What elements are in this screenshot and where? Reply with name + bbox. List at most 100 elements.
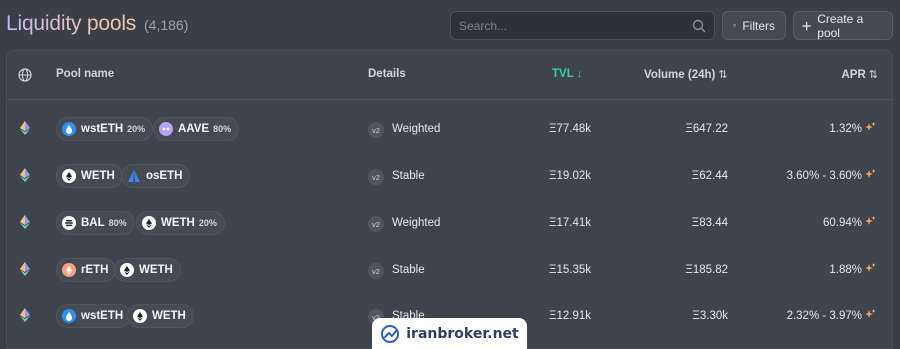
token-symbol: WETH [139, 264, 173, 276]
token-symbol: WETH [161, 217, 195, 229]
volume-value: Ξ185.82 [685, 264, 728, 276]
weth-icon [62, 169, 76, 183]
version-badge: v2 [368, 122, 384, 138]
table-header: Pool name Details TVL ↓ Volume (24h) ⇅ APR… [7, 51, 892, 100]
token-symbol: AAVE [178, 123, 210, 135]
pool-count: (4,186) [144, 17, 189, 33]
token-chip: wstETH 20% [56, 117, 154, 141]
column-pool-name: Pool name [56, 68, 115, 80]
sparkle-icon[interactable] [865, 263, 876, 274]
apr-value: 1.32% [829, 123, 862, 135]
apr-value: 2.32% - 3.97% [786, 310, 862, 322]
token-symbol: WETH [152, 310, 186, 322]
pool-row[interactable]: BAL 80% WETH 20% v2 Weighted Ξ17.41k Ξ83.4… [7, 199, 892, 246]
watermark-logo: iranbroker.net [372, 318, 527, 349]
pool-type: Weighted [392, 123, 441, 135]
search-input[interactable] [459, 18, 679, 34]
column-details: Details [368, 68, 406, 80]
token-chip: WETH 20% [136, 211, 225, 235]
token-symbol: BAL [81, 217, 105, 229]
volume-value: Ξ647.22 [685, 123, 728, 135]
header-bar: Liquidity pools (4,186) Filters Create a… [0, 0, 900, 50]
page-title: Liquidity pools [6, 12, 137, 35]
token-symbol: WETH [81, 170, 115, 182]
token-weight: 80% [108, 218, 127, 228]
filters-label: Filters [742, 18, 775, 33]
tvl-value: Ξ12.91k [548, 310, 591, 322]
tvl-value: Ξ15.35k [548, 264, 591, 276]
version-badge: v2 [368, 216, 384, 232]
token-chip: BAL 80% [56, 211, 135, 235]
column-apr-sort[interactable]: APR ⇅ [842, 68, 879, 81]
pool-type: Stable [392, 264, 425, 276]
watermark-text: iranbroker.net [406, 325, 519, 342]
wsteth-icon [62, 122, 76, 136]
pool-row[interactable]: WETH osETH v2 Stable Ξ19.02k Ξ62.44 3.60… [7, 152, 892, 199]
plus-icon [802, 21, 811, 30]
token-chip: WETH [56, 164, 123, 188]
version-badge: v2 [368, 169, 384, 185]
token-weight: 20% [127, 124, 146, 134]
version-badge: v2 [368, 263, 384, 279]
token-chip: WETH [114, 258, 181, 282]
sort-icon: ⇅ [868, 69, 878, 81]
token-symbol: wstETH [81, 123, 124, 135]
ethereum-network-icon [20, 168, 30, 182]
token-weight: 20% [198, 218, 217, 228]
token-chip: WETH [127, 304, 194, 328]
apr-value: 60.94% [822, 217, 862, 229]
column-tvl-sort[interactable]: TVL ↓ [552, 68, 582, 80]
volume-value: Ξ62.44 [691, 170, 728, 182]
pool-type: Stable [392, 170, 425, 182]
oseth-icon [127, 169, 141, 183]
column-apr-label: APR [841, 69, 866, 81]
token-symbol: osETH [146, 170, 183, 182]
filter-icon [733, 24, 737, 27]
token-weight: 80% [213, 124, 232, 134]
sort-down-icon: ↓ [576, 68, 583, 80]
chart-logo-icon [381, 324, 400, 343]
weth-icon [133, 309, 147, 323]
globe-icon[interactable] [18, 68, 32, 82]
tvl-value: Ξ17.41k [548, 217, 591, 229]
apr-value: 1.88% [829, 264, 862, 276]
weth-icon [142, 216, 156, 230]
pools-table: Pool name Details TVL ↓ Volume (24h) ⇅ APR… [6, 50, 893, 349]
search-box[interactable] [450, 11, 715, 40]
filters-button[interactable]: Filters [722, 11, 786, 40]
bal-icon [62, 216, 76, 230]
token-symbol: wstETH [81, 310, 124, 322]
ethereum-network-icon [20, 121, 30, 135]
token-chip: rETH [56, 258, 117, 282]
create-pool-button[interactable]: Create a pool [793, 11, 893, 40]
aave-icon [159, 122, 173, 136]
sparkle-icon[interactable] [865, 309, 876, 320]
create-pool-label: Create a pool [817, 11, 864, 40]
column-volume-sort[interactable]: Volume (24h) ⇅ [644, 68, 728, 81]
search-icon[interactable] [692, 19, 706, 33]
ethereum-network-icon [20, 215, 30, 229]
ethereum-network-icon [20, 308, 30, 322]
tvl-value: Ξ77.48k [548, 123, 591, 135]
reth-icon [62, 263, 76, 277]
column-volume-label: Volume (24h) [644, 69, 716, 81]
column-tvl-label: TVL [552, 68, 574, 80]
wsteth-icon [62, 309, 76, 323]
sparkle-icon[interactable] [865, 169, 876, 180]
pool-type: Weighted [392, 217, 441, 229]
token-chip: wstETH [56, 304, 132, 328]
pool-row[interactable]: wstETH 20% AAVE 80% v2 Weighted Ξ77.48k Ξ6… [7, 105, 892, 152]
ethereum-network-icon [20, 262, 30, 276]
volume-value: Ξ3.30k [692, 310, 728, 322]
tvl-value: Ξ19.02k [548, 170, 591, 182]
pool-row[interactable]: rETH WETH v2 Stable Ξ15.35k Ξ185.82 1.88… [7, 246, 892, 293]
token-chip: osETH [121, 164, 191, 188]
token-chip: AAVE 80% [153, 117, 240, 141]
token-symbol: rETH [81, 264, 109, 276]
volume-value: Ξ83.44 [691, 217, 728, 229]
apr-value: 3.60% - 3.60% [786, 170, 862, 182]
sparkle-icon[interactable] [865, 216, 876, 227]
sparkle-icon[interactable] [865, 122, 876, 133]
sort-icon: ⇅ [718, 69, 728, 81]
weth-icon [120, 263, 134, 277]
